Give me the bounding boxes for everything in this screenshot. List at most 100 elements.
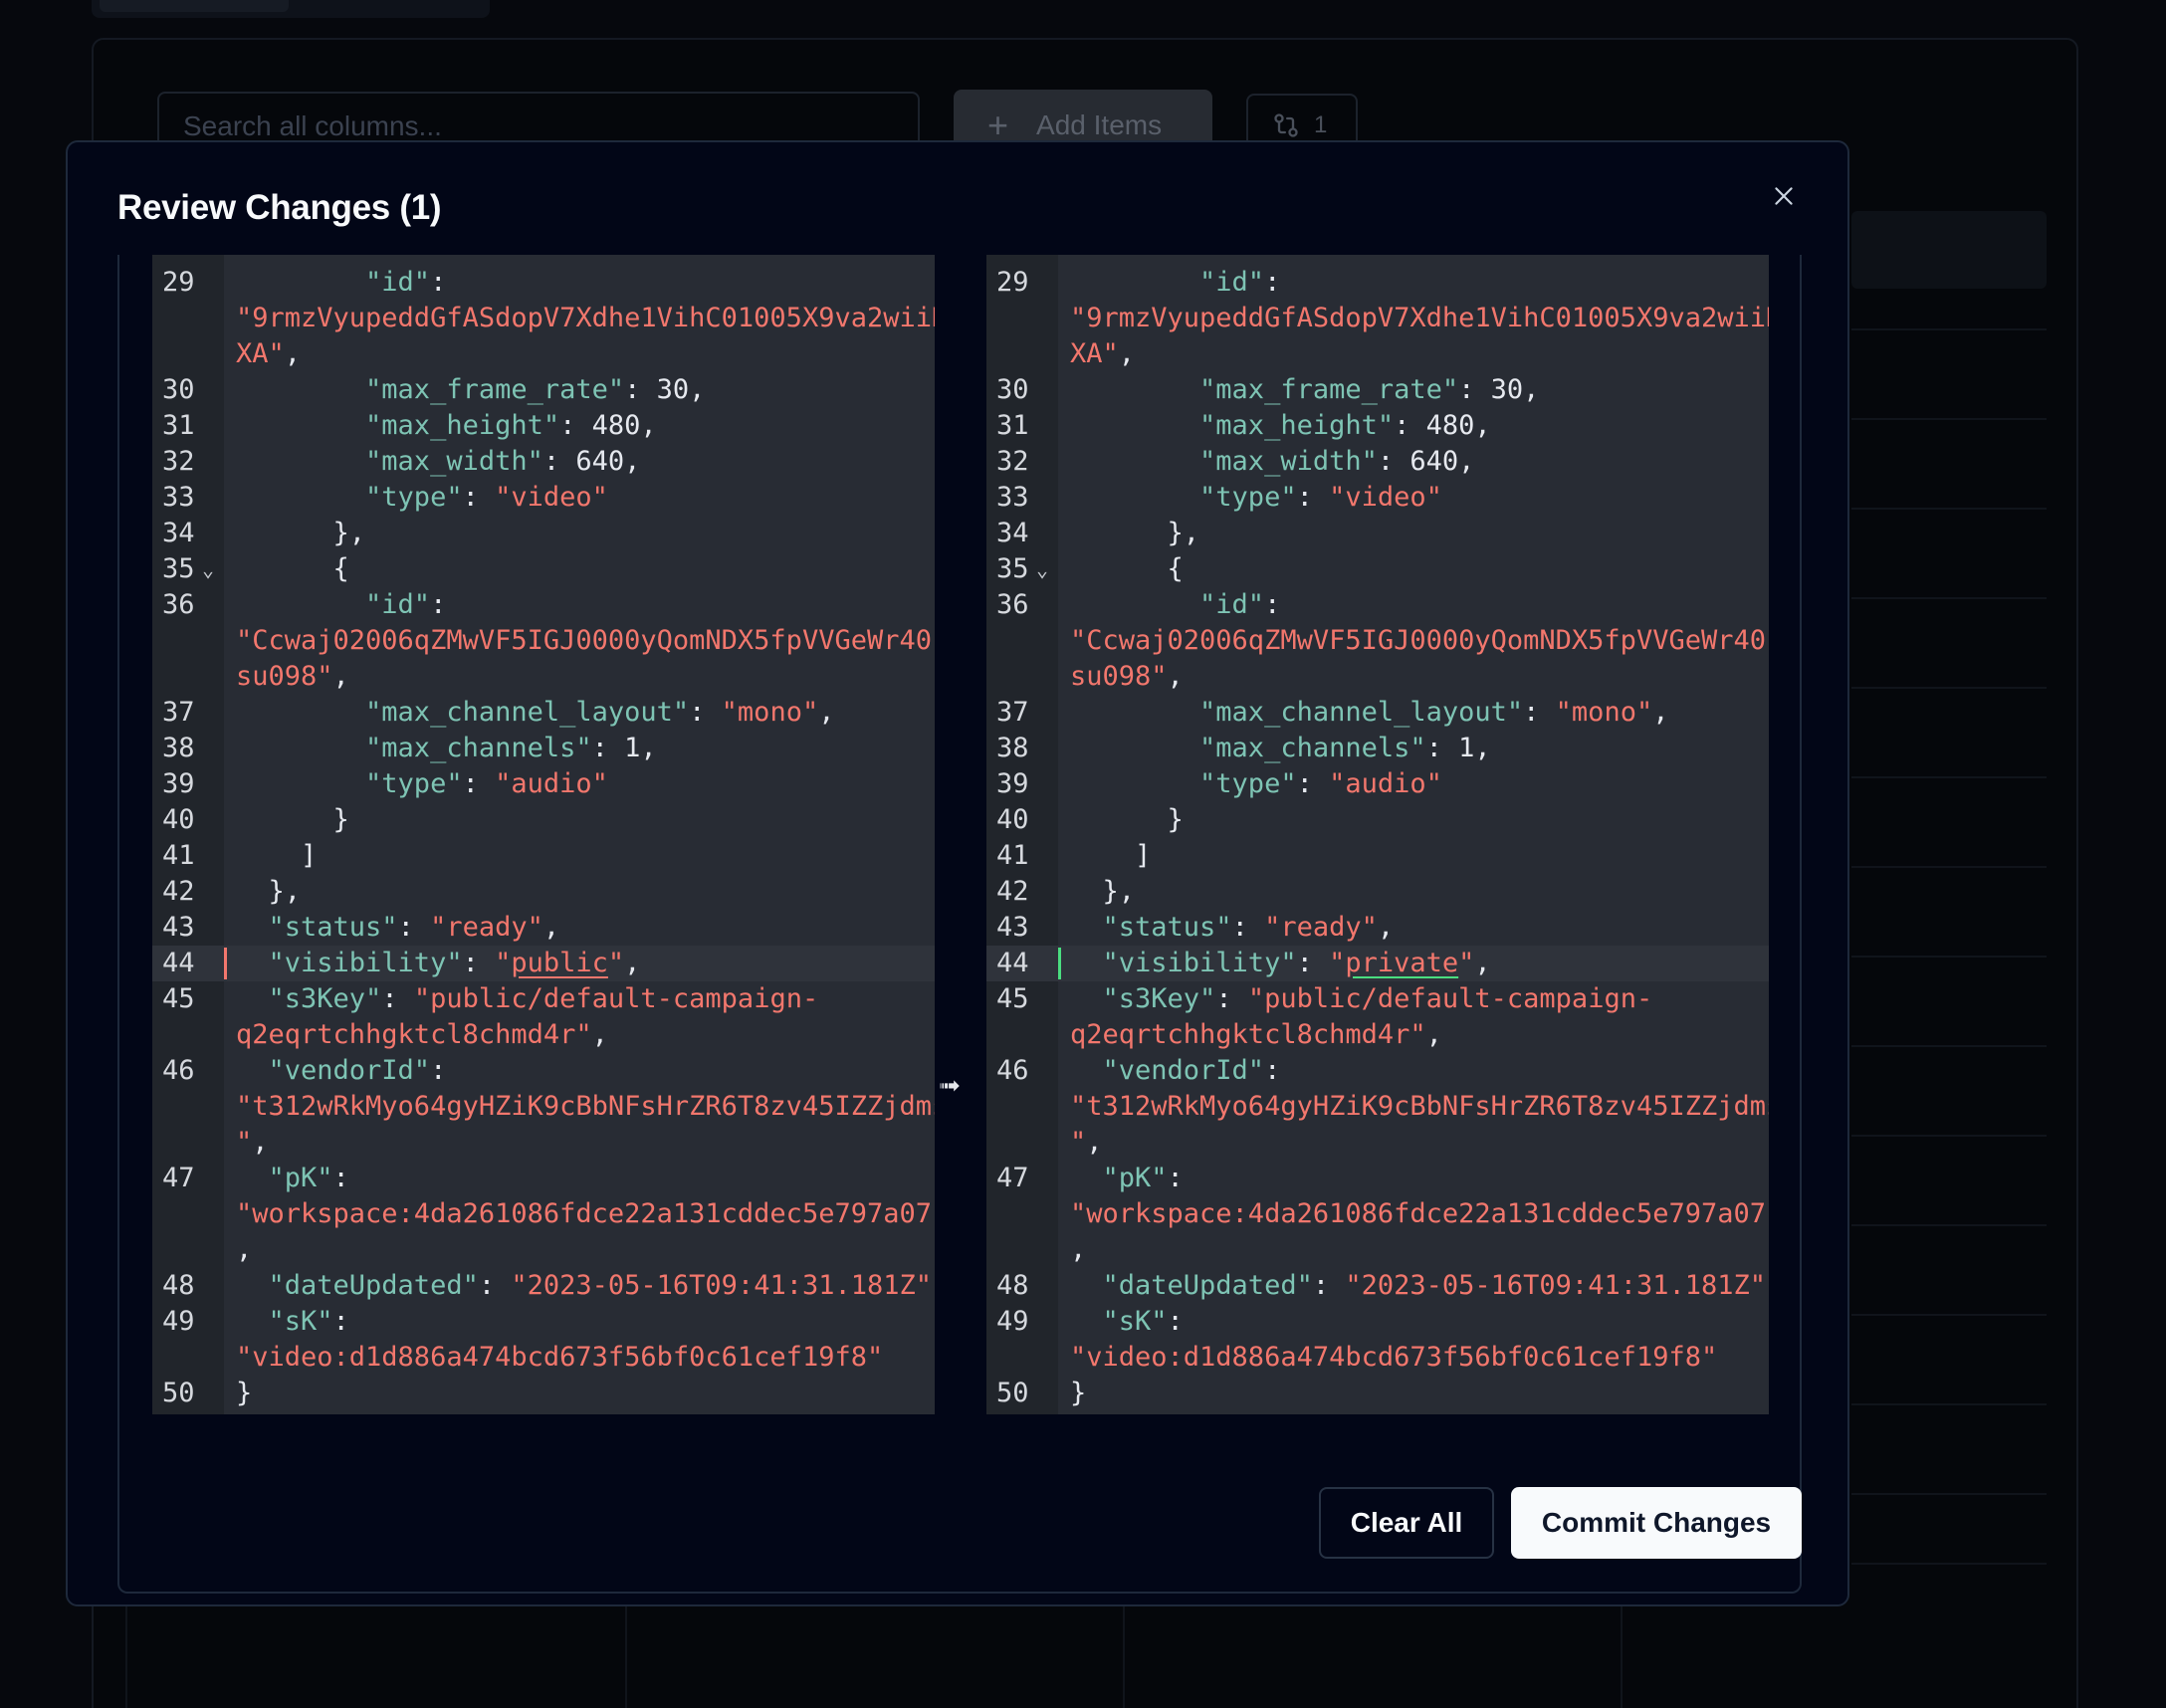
code-segment: "s3Key": "public/default-campaign- bbox=[1070, 981, 1755, 1017]
json-string: "ready" bbox=[1264, 912, 1378, 943]
line-number-text: 41 bbox=[162, 840, 195, 871]
json-key: "max_frame_rate" bbox=[1070, 374, 1459, 405]
chevron-down-icon[interactable]: ⌄ bbox=[202, 551, 214, 587]
code-text: ] bbox=[224, 838, 925, 874]
line-number: 30 bbox=[152, 372, 224, 408]
code-segment: } bbox=[1070, 1376, 1755, 1411]
code-text: }, bbox=[1058, 516, 1759, 551]
background-row-divider bbox=[1851, 1135, 2047, 1137]
code-segment: "type": "audio" bbox=[1070, 766, 1755, 802]
clear-all-button[interactable]: Clear All bbox=[1319, 1487, 1494, 1559]
line-number-text: 47 bbox=[996, 1163, 1029, 1193]
json-punctuation: : bbox=[1458, 374, 1491, 405]
commit-changes-button[interactable]: Commit Changes bbox=[1511, 1487, 1802, 1559]
json-key: "sK" bbox=[236, 1306, 333, 1337]
json-punctuation: , bbox=[1458, 446, 1475, 477]
code-segment: "type": "video" bbox=[1070, 480, 1755, 516]
code-text: "status": "ready", bbox=[224, 910, 925, 946]
json-key: "s3Key" bbox=[1070, 983, 1216, 1014]
json-key: "id" bbox=[1070, 267, 1265, 298]
code-segment: "vendorId": bbox=[236, 1053, 921, 1089]
code-segment: "max_height": 480, bbox=[236, 408, 921, 444]
code-text: ] bbox=[1058, 838, 1759, 874]
line-number-text: 40 bbox=[996, 804, 1029, 835]
json-key: "max_width" bbox=[236, 446, 543, 477]
json-punctuation: : bbox=[478, 1270, 512, 1301]
background-row-divider bbox=[1851, 1563, 2047, 1565]
json-punctuation: , bbox=[542, 912, 560, 943]
line-number: 37 bbox=[986, 695, 1058, 731]
code-text: "status": "ready", bbox=[1058, 910, 1759, 946]
line-number: 41 bbox=[986, 838, 1058, 874]
code-segment: "s3Key": "public/default-campaign- bbox=[236, 981, 921, 1017]
json-punctuation: , bbox=[236, 1234, 253, 1265]
json-string: " bbox=[1458, 948, 1475, 978]
code-text: { bbox=[224, 551, 925, 587]
json-punctuation: , bbox=[1377, 912, 1395, 943]
background-row-divider bbox=[1851, 597, 2047, 599]
code-segment: "Ccwaj02006qZMwVF5IGJ0000yQomNDX5fpVVGeW… bbox=[1070, 623, 1769, 659]
code-text: "s3Key": "public/default-campaign-q2eqrt… bbox=[224, 981, 925, 1053]
code-line: 39 "type": "audio" bbox=[986, 766, 1769, 802]
json-punctuation: }, bbox=[236, 876, 302, 907]
code-line: 36 "id": "Ccwaj02006qZMwVF5IGJ0000yQomNDX… bbox=[152, 587, 935, 695]
json-string: su098" bbox=[236, 661, 333, 692]
line-number: 30 bbox=[986, 372, 1058, 408]
line-number: 50 bbox=[152, 1376, 224, 1411]
code-line: 43 "status": "ready", bbox=[152, 910, 935, 946]
json-punctuation: ] bbox=[1070, 840, 1152, 871]
json-punctuation: : bbox=[542, 446, 576, 477]
json-punctuation: : bbox=[1296, 482, 1330, 513]
background-col-divider bbox=[625, 1593, 627, 1708]
line-number-text: 32 bbox=[996, 446, 1029, 477]
json-punctuation: : bbox=[689, 697, 722, 728]
json-key: "dateUpdated" bbox=[236, 1270, 479, 1301]
line-number-text: 31 bbox=[162, 410, 195, 441]
code-text: "pK": "workspace:4da261086fdce22a131cddec… bbox=[1058, 1161, 1769, 1268]
code-segment: "max_channel_layout": "mono", bbox=[1070, 695, 1755, 731]
json-key: "pK" bbox=[1070, 1163, 1168, 1193]
code-line: 35 ⌄ { bbox=[152, 551, 935, 587]
background-col-divider bbox=[1621, 1593, 1623, 1708]
json-string: "video" bbox=[1329, 482, 1442, 513]
json-punctuation: : bbox=[1394, 410, 1426, 441]
line-number: 31 bbox=[152, 408, 224, 444]
background-row-divider bbox=[1851, 1403, 2047, 1405]
json-string: "9rmzVyupeddGfASdopV7Xdhe1VihC01005X9va2… bbox=[236, 303, 935, 333]
json-string: "Ccwaj02006qZMwVF5IGJ0000yQomNDX5fpVVGeW… bbox=[1070, 625, 1769, 656]
line-number-text: 39 bbox=[996, 768, 1029, 799]
json-key: "dateUpdated" bbox=[1070, 1270, 1313, 1301]
code-segment: "dateUpdated": "2023-05-16T09:41:31.181Z… bbox=[1070, 1268, 1770, 1304]
code-line: 50} bbox=[152, 1376, 935, 1411]
line-number: 47 bbox=[986, 1161, 1058, 1268]
json-punctuation: , bbox=[1652, 697, 1669, 728]
line-number-text: 44 bbox=[996, 948, 1029, 978]
json-key: "vendorId" bbox=[236, 1055, 431, 1086]
line-number: 36 bbox=[152, 587, 224, 695]
line-number: 48 bbox=[152, 1268, 224, 1304]
pending-changes-count: 1 bbox=[1314, 111, 1328, 138]
close-button[interactable] bbox=[1764, 176, 1804, 216]
line-number-text: 32 bbox=[162, 446, 195, 477]
json-string: "2023-05-16T09:41:31.181Z" bbox=[1345, 1270, 1766, 1301]
code-segment: "max_frame_rate": 30, bbox=[1070, 372, 1755, 408]
json-number: 1 bbox=[624, 733, 641, 763]
code-segment: ] bbox=[236, 838, 921, 874]
code-segment: }, bbox=[236, 516, 921, 551]
code-segment: XA", bbox=[236, 336, 921, 372]
json-key: "type" bbox=[1070, 482, 1297, 513]
json-punctuation: , bbox=[624, 446, 641, 477]
line-number: 36 bbox=[986, 587, 1058, 695]
code-segment: } bbox=[1070, 802, 1755, 838]
chevron-down-icon[interactable]: ⌄ bbox=[1036, 551, 1048, 587]
code-text: "max_width": 640, bbox=[1058, 444, 1759, 480]
diff-pane-original[interactable]: 29 "id": "9rmzVyupeddGfASdopV7Xdhe1VihC01… bbox=[152, 255, 935, 1414]
diff-pane-modified[interactable]: 29 "id": "9rmzVyupeddGfASdopV7Xdhe1VihC01… bbox=[986, 255, 1769, 1414]
json-string: "audio" bbox=[495, 768, 608, 799]
line-number: 33 bbox=[152, 480, 224, 516]
code-text: "vendorId": "t312wRkMyo64gyHZiK9cBbNFsHrZ… bbox=[224, 1053, 935, 1161]
git-compare-icon bbox=[1274, 113, 1298, 137]
code-text: "id": "Ccwaj02006qZMwVF5IGJ0000yQomNDX5fp… bbox=[224, 587, 935, 695]
removed-value: public bbox=[511, 948, 608, 978]
dialog-title: Review Changes (1) bbox=[117, 188, 442, 227]
